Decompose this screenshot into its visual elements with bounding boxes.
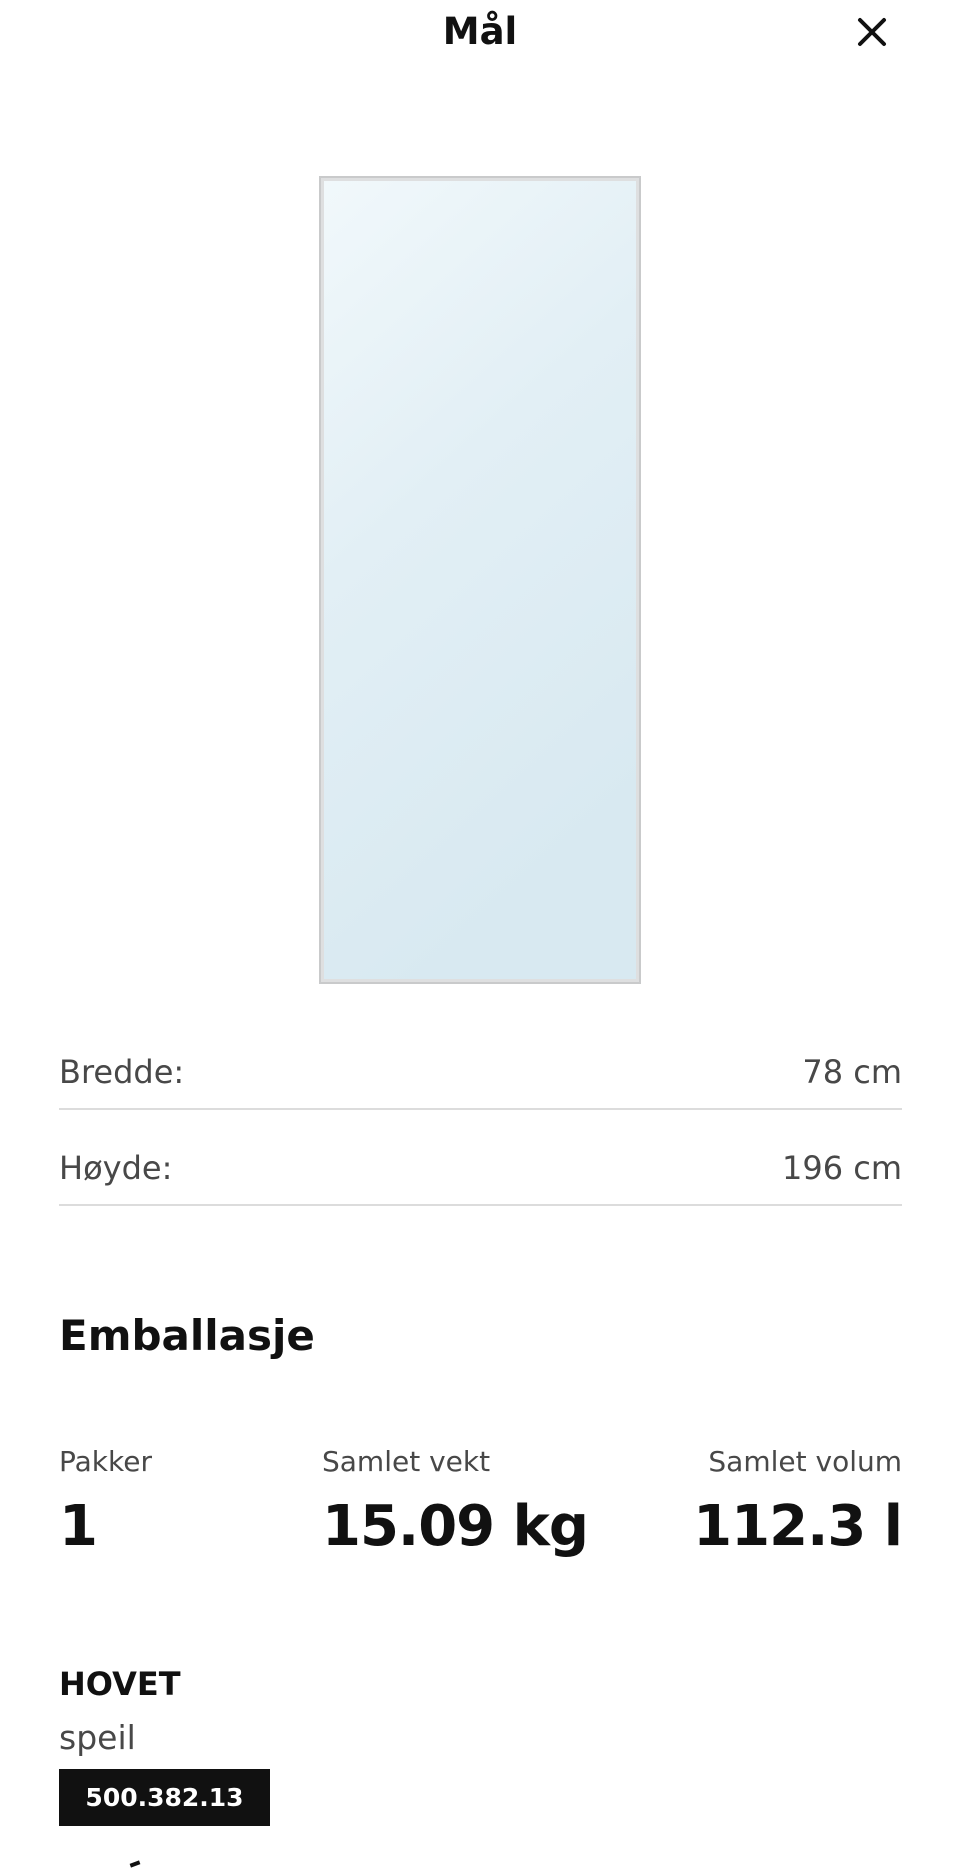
page-title: Mål xyxy=(442,10,518,53)
article-number-badge: 500.382.13 xyxy=(59,1769,270,1826)
product-description: speil xyxy=(59,1718,136,1757)
header: Mål xyxy=(0,0,960,70)
dimension-value: 78 cm xyxy=(802,1053,902,1091)
close-icon xyxy=(858,18,886,46)
stat-total-weight: Samlet vekt 15.09 kg xyxy=(322,1444,589,1560)
packaging-title: Emballasje xyxy=(59,1311,315,1360)
stat-label: Samlet volum xyxy=(708,1445,902,1478)
dimension-row-height: Høyde: 196 cm xyxy=(59,1110,902,1206)
stat-label: Pakker xyxy=(59,1445,152,1478)
dimension-row-width: Bredde: 78 cm xyxy=(59,1014,902,1110)
dimension-value: 196 cm xyxy=(781,1149,902,1187)
stat-value: 15.09 kg xyxy=(322,1494,589,1559)
dimension-label: Bredde: xyxy=(59,1053,185,1091)
dimension-label: Høyde: xyxy=(59,1149,173,1187)
stat-label: Samlet vekt xyxy=(322,1445,491,1478)
close-button[interactable] xyxy=(850,10,894,54)
stat-value: 112.3 l xyxy=(693,1494,903,1559)
product-image xyxy=(319,176,641,984)
stat-value: 1 xyxy=(59,1494,98,1559)
product-name: HOVET xyxy=(59,1665,181,1703)
stat-total-volume: Samlet volum 112.3 l xyxy=(693,1444,903,1560)
stat-packages: Pakker 1 xyxy=(59,1444,152,1560)
mirror-image xyxy=(319,176,641,984)
cut-off-text xyxy=(129,1860,141,1868)
